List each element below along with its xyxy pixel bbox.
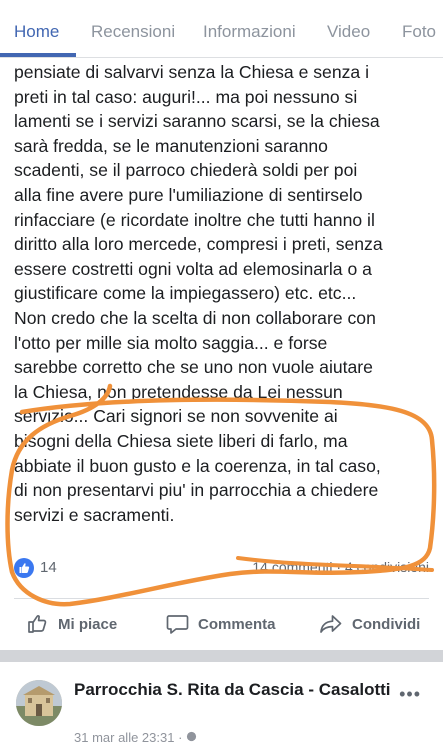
post-line: di non presentarvi piu' in parrocchia a … (14, 480, 379, 501)
post-line: diritto alla loro mercede, compresi i pr… (14, 234, 383, 255)
comment-label: Commenta (198, 615, 276, 633)
active-tab-indicator (0, 53, 76, 57)
post-line: sarebbe corretto che se uno non vuole ai… (14, 357, 373, 378)
post-line: giustificare come la impiegassero) etc. … (14, 283, 357, 304)
post-line: lamenti se i servizi saranno scarsi, se … (14, 111, 380, 132)
tab-video[interactable]: Video (327, 22, 370, 42)
tab-informazioni[interactable]: Informazioni (203, 22, 296, 42)
post-line: sarà fredda, se le manutenzioni saranno (14, 135, 328, 156)
feed-separator (0, 650, 443, 662)
share-label: Condividi (352, 615, 421, 633)
post-line: bisogni della Chiesa siete liberi di far… (14, 430, 348, 451)
divider (14, 598, 429, 599)
page-tab-bar: Home Recensioni Informazioni Video Foto (0, 0, 443, 58)
post-date-text: 31 mar alle 23:31 · (74, 730, 187, 745)
post-action-bar: Mi piace Commenta Condividi (0, 605, 443, 643)
post-line: preti in tal caso: auguri!... ma poi nes… (14, 86, 358, 107)
reaction-count[interactable]: 14 (40, 559, 57, 576)
more-options-icon[interactable]: ••• (399, 684, 421, 705)
post-line: Non credo che la scelta di non collabora… (14, 307, 376, 328)
post-line: servizio... Cari signori se non sovvenit… (14, 406, 338, 427)
post-line: essere costretti ogni volta ad elemosina… (14, 258, 372, 279)
post-line: la Chiesa, non pretendesse da Lei nessun (14, 381, 343, 402)
next-post-header: Parrocchia S. Rita da Cascia - Casalotti… (0, 662, 443, 747)
post-line: l'otto per mille sia molto saggia... e f… (14, 332, 328, 353)
post-text: pensiate di salvarvi senza la Chiesa e s… (14, 60, 439, 527)
post-line: scadenti, se il parroco chiederà soldi p… (14, 160, 358, 181)
thumbs-up-icon (28, 614, 47, 633)
share-arrow-icon (320, 615, 342, 633)
comments-shares-count[interactable]: 14 commenti · 4 condivisioni (252, 559, 429, 575)
globe-icon (186, 731, 197, 742)
like-label: Mi piace (58, 615, 118, 633)
tab-foto[interactable]: Foto (402, 22, 436, 42)
post-stats: 14 14 commenti · 4 condivisioni (14, 556, 429, 580)
comment-icon (166, 615, 189, 634)
post-line: servizi e sacramenti. (14, 504, 175, 525)
post-line: pensiate di salvarvi senza la Chiesa e s… (14, 62, 370, 82)
like-button[interactable]: Mi piace (26, 611, 117, 637)
comment-button[interactable]: Commenta (165, 611, 276, 637)
post-timestamp[interactable]: 31 mar alle 23:31 · (74, 730, 197, 745)
post-line: alla fine avere pure l'umiliazione di se… (14, 184, 363, 205)
like-reaction-icon[interactable] (14, 558, 34, 578)
tab-home[interactable]: Home (14, 22, 59, 42)
post-line: rinfacciare (e ricordate inoltre che tut… (14, 209, 375, 230)
share-button[interactable]: Condividi (318, 611, 420, 637)
tab-recensioni[interactable]: Recensioni (91, 22, 175, 42)
page-name-link[interactable]: Parrocchia S. Rita da Cascia - Casalotti (74, 679, 394, 701)
page-avatar[interactable] (16, 680, 62, 726)
post-line: abbiate il buon gusto e la coerenza, in … (14, 455, 381, 476)
